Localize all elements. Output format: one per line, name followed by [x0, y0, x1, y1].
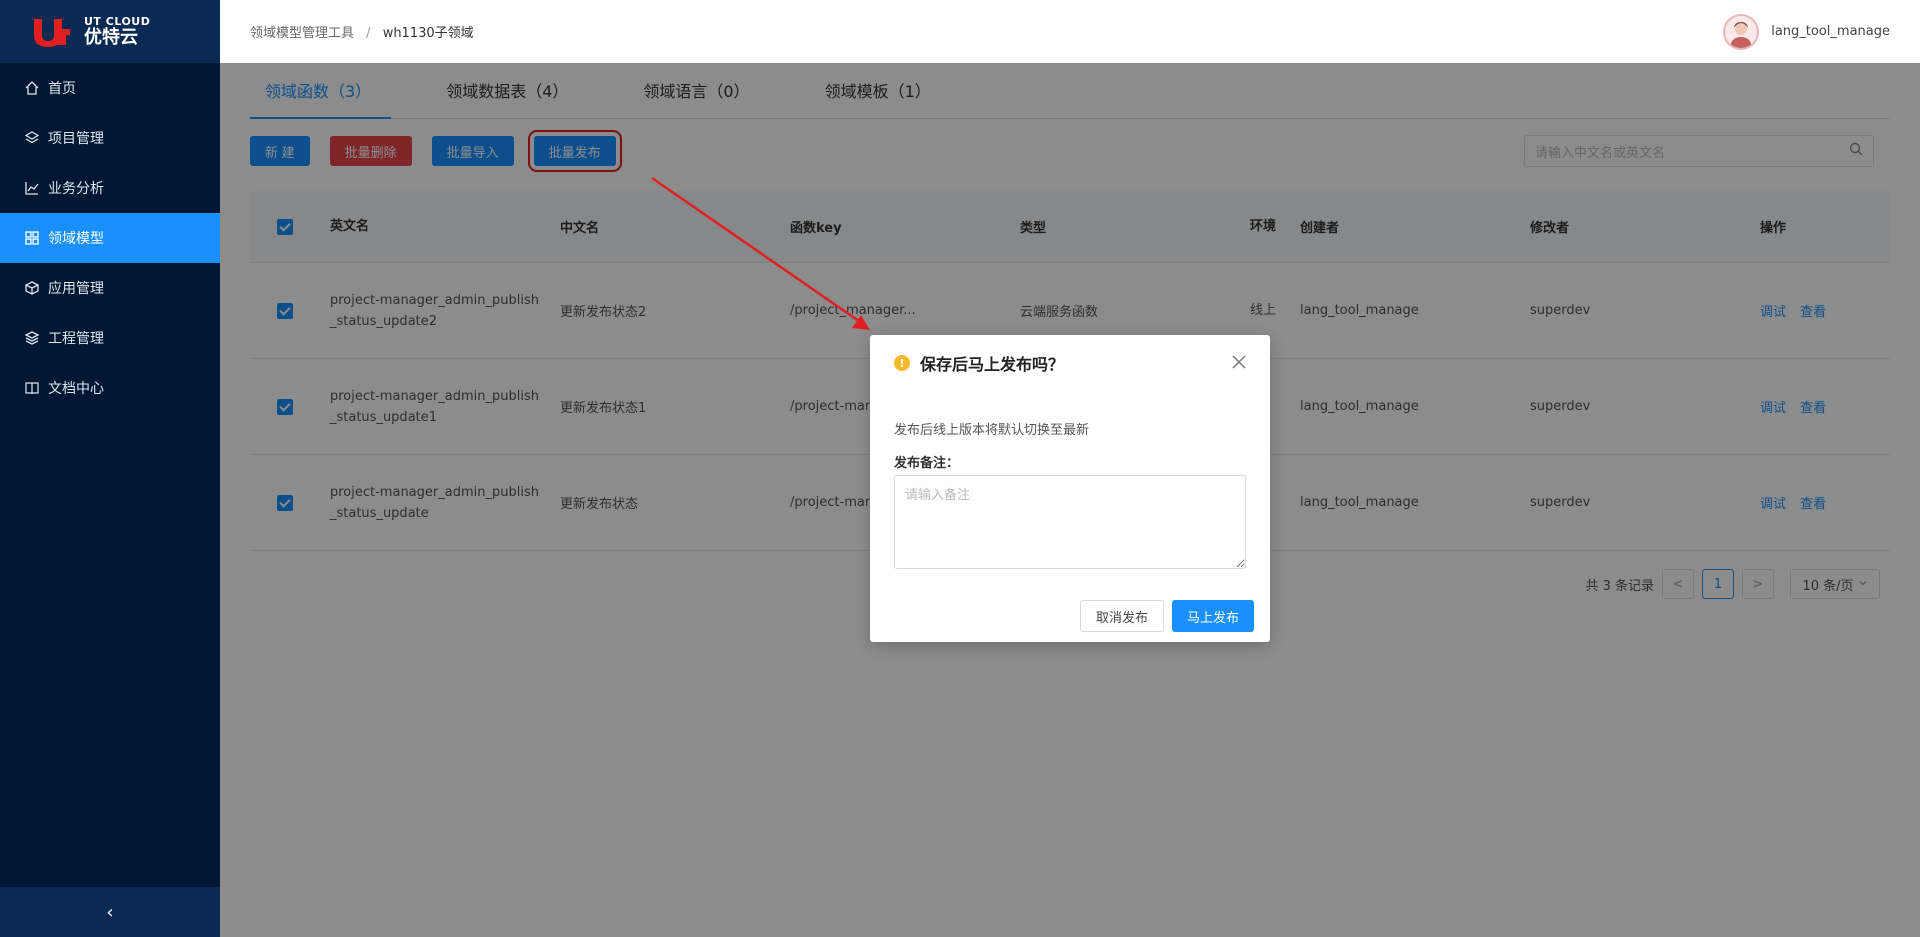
- dialog-footer: 取消发布 马上发布: [1072, 600, 1254, 632]
- sidebar-collapse-button[interactable]: ‹: [0, 887, 220, 937]
- stack-icon: [24, 330, 40, 346]
- sidebar-item-projects[interactable]: 项目管理: [0, 113, 220, 163]
- user-menu[interactable]: lang_tool_manage: [1723, 13, 1890, 50]
- logo[interactable]: UT CLOUD 优特云: [0, 0, 220, 63]
- publish-now-button[interactable]: 马上发布: [1171, 600, 1254, 632]
- avatar: [1723, 13, 1760, 50]
- grid-icon: [24, 230, 40, 246]
- sidebar-item-analysis[interactable]: 业务分析: [0, 163, 220, 213]
- home-icon: [24, 80, 40, 96]
- chevron-left-icon: ‹: [106, 901, 114, 923]
- brand-logo-icon: [30, 15, 78, 49]
- breadcrumb-root[interactable]: 领域模型管理工具: [250, 26, 354, 41]
- sidebar: UT CLOUD 优特云 首页 项目管理 业务分析 领域模型 应用管理 工程管理…: [0, 0, 220, 937]
- sidebar-item-home[interactable]: 首页: [0, 63, 220, 113]
- publish-note-label: 发布备注：: [894, 456, 960, 471]
- dialog-title: 保存后马上发布吗？: [920, 355, 1065, 374]
- sidebar-item-domain-model[interactable]: 领域模型: [0, 213, 220, 263]
- cube-icon: [24, 280, 40, 296]
- warning-icon: !: [894, 355, 910, 371]
- sidebar-item-docs[interactable]: 文档中心: [0, 363, 220, 413]
- dialog-header: ! 保存后马上发布吗？: [870, 335, 1270, 391]
- dialog-body: 发布后线上版本将默认切换至最新 发布备注：: [870, 419, 1270, 573]
- breadcrumb-current: wh1130子领域: [382, 26, 474, 41]
- username: lang_tool_manage: [1771, 24, 1890, 39]
- sidebar-item-label: 文档中心: [48, 381, 104, 397]
- cancel-publish-button[interactable]: 取消发布: [1079, 600, 1164, 632]
- chart-icon: [24, 180, 40, 196]
- close-icon[interactable]: [1228, 351, 1250, 373]
- top-header: 领域模型管理工具 / wh1130子领域 lang_tool_manage: [220, 0, 1920, 63]
- sidebar-item-label: 领域模型: [48, 231, 104, 247]
- publish-note-input[interactable]: [894, 475, 1246, 569]
- sidebar-item-label: 项目管理: [48, 131, 104, 147]
- sidebar-item-label: 工程管理: [48, 331, 104, 347]
- brand-cn: 优特云: [84, 27, 138, 48]
- sidebar-item-label: 应用管理: [48, 281, 104, 297]
- book-icon: [24, 380, 40, 396]
- sidebar-item-engineering[interactable]: 工程管理: [0, 313, 220, 363]
- publish-confirm-dialog: ! 保存后马上发布吗？ 发布后线上版本将默认切换至最新 发布备注： 取消发布 马…: [870, 335, 1270, 642]
- layers-icon: [24, 130, 40, 146]
- sidebar-item-apps[interactable]: 应用管理: [0, 263, 220, 313]
- brand-en: UT CLOUD: [84, 15, 151, 28]
- breadcrumb-separator: /: [366, 26, 371, 41]
- sidebar-item-label: 业务分析: [48, 181, 104, 197]
- breadcrumb: 领域模型管理工具 / wh1130子领域: [250, 22, 474, 41]
- sidebar-item-label: 首页: [48, 81, 76, 97]
- sidebar-menu: 首页 项目管理 业务分析 领域模型 应用管理 工程管理 文档中心: [0, 63, 220, 413]
- dialog-message: 发布后线上版本将默认切换至最新: [894, 423, 1090, 438]
